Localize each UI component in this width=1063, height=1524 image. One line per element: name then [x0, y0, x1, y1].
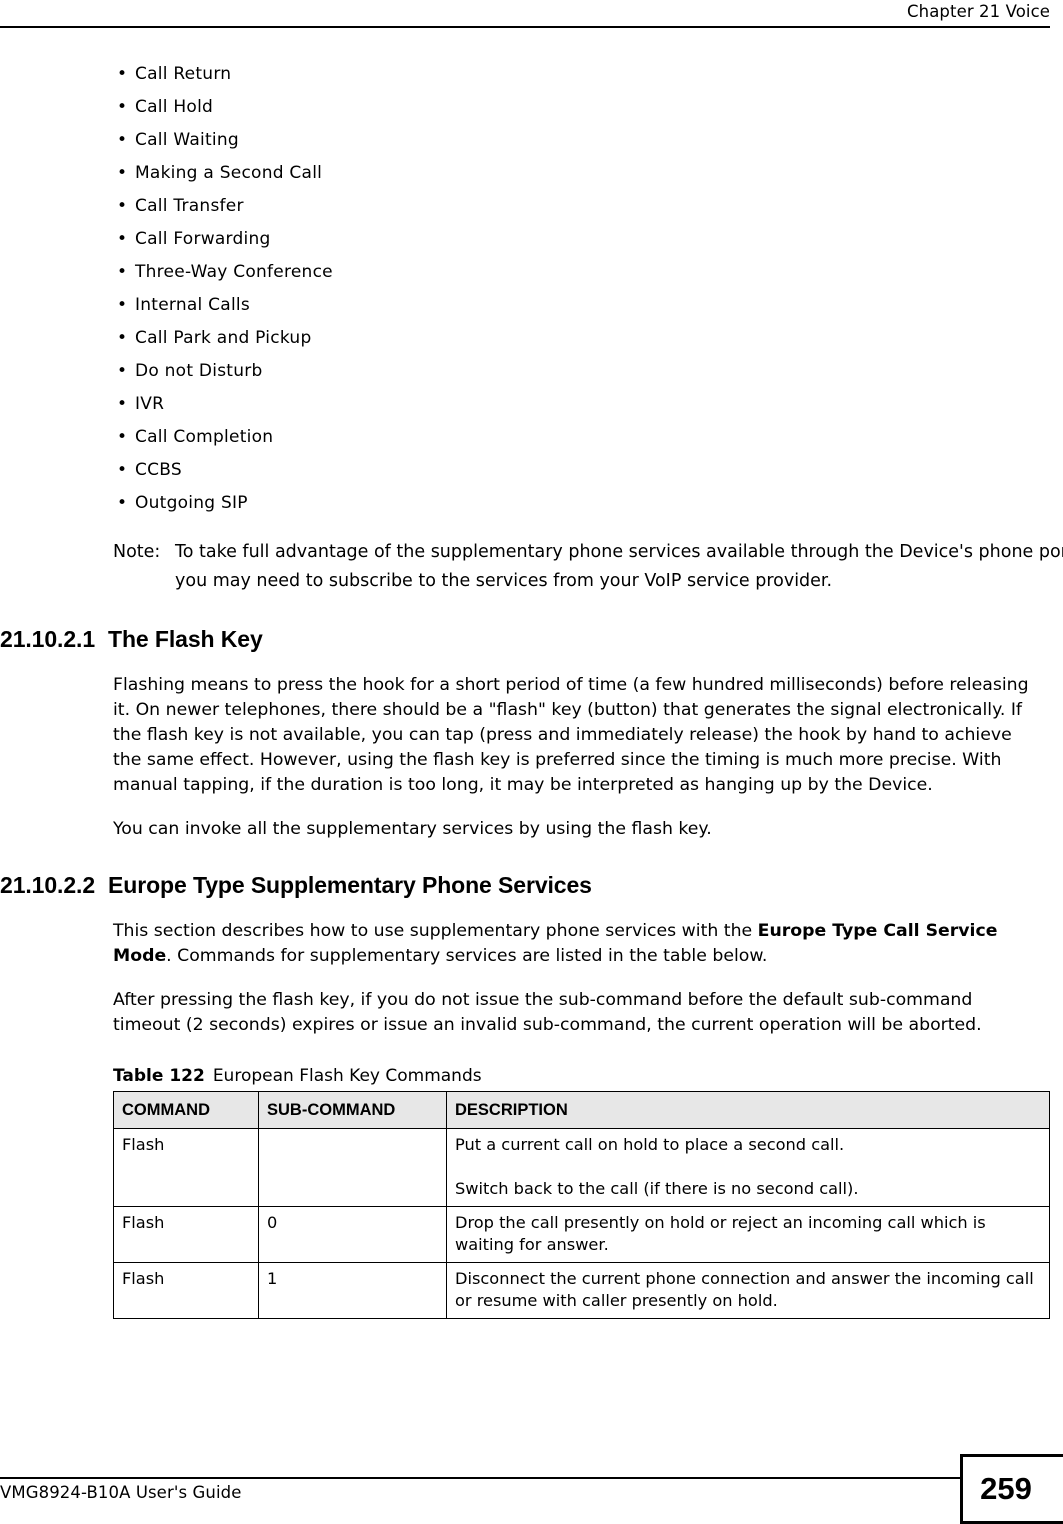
bullet-icon: • [117, 361, 128, 381]
bullet-icon: • [117, 328, 128, 348]
paragraph-subcommand-timeout: After pressing the flash key, if you do … [113, 990, 982, 1035]
section-title: Europe Type Supplementary Phone Services [108, 872, 592, 898]
paragraph-invoke-services: You can invoke all the supplementary ser… [113, 819, 712, 839]
list-item-label: Three-Way Conference [135, 262, 333, 282]
list-item-label: Call Transfer [135, 196, 244, 216]
section-title: The Flash Key [108, 626, 263, 652]
cell-description: Disconnect the current phone connection … [446, 1262, 1050, 1319]
list-item-label: Call Park and Pickup [135, 328, 312, 348]
list-item: • Three-Way Conference [113, 258, 1063, 286]
bullet-icon: • [117, 64, 128, 84]
list-item: • Call Completion [113, 423, 1063, 451]
list-item-label: Call Hold [135, 97, 214, 117]
table-caption-text: European Flash Key Commands [212, 1066, 482, 1086]
list-item: • Do not Disturb [113, 357, 1063, 385]
cell-description: Put a current call on hold to place a se… [446, 1128, 1050, 1207]
bullet-icon: • [117, 460, 128, 480]
paragraph-flashing-description: Flashing means to press the hook for a s… [113, 675, 1029, 795]
list-item: • CCBS [113, 456, 1063, 484]
note-label: Note: [113, 542, 161, 562]
list-item: • IVR [113, 390, 1063, 418]
column-header-description: DESCRIPTION [446, 1091, 1050, 1129]
description-line: Drop the call presently on hold or rejec… [455, 1213, 986, 1254]
bullet-icon: • [117, 427, 128, 447]
list-item-label: CCBS [135, 460, 182, 480]
cell-sub-command: 1 [258, 1262, 447, 1319]
list-item-label: IVR [135, 394, 165, 414]
list-item: • Call Park and Pickup [113, 324, 1063, 352]
section-number: 21.10.2.2 [0, 872, 96, 898]
page-header: Chapter 21 Voice [0, 0, 1050, 40]
bullet-icon: • [117, 196, 128, 216]
cell-description: Drop the call presently on hold or rejec… [446, 1206, 1050, 1263]
section-number: 21.10.2.1 [0, 626, 96, 652]
column-header-sub-command: SUB-COMMAND [258, 1091, 447, 1129]
table-row: Flash 0 Drop the call presently on hold or… [113, 1206, 1050, 1263]
table-body: Flash Put a current call on hold to place… [113, 1128, 1050, 1319]
list-item: • Call Hold [113, 93, 1063, 121]
bullet-icon: • [117, 130, 128, 150]
european-flash-key-commands-table: COMMAND SUB-COMMAND DESCRIPTION Flash Put… [113, 1091, 1050, 1319]
table-row: Flash Put a current call on hold to place… [113, 1128, 1050, 1207]
bullet-icon: • [117, 163, 128, 183]
page-number: 259 [960, 1454, 1063, 1524]
note-block: Note: To take full advantage of the supp… [113, 538, 1063, 596]
bullet-icon: • [117, 262, 128, 282]
list-item: • Call Transfer [113, 192, 1063, 220]
table-caption: Table 122 European Flash Key Commands [113, 1064, 1063, 1088]
table-header-row: COMMAND SUB-COMMAND DESCRIPTION [113, 1091, 1050, 1129]
bullet-icon: • [117, 97, 128, 117]
paragraph-section-intro: This section describes how to use supple… [113, 919, 1045, 969]
intro-text-part-2: . Commands for supplementary services ar… [166, 946, 768, 966]
list-item: • Outgoing SIP [113, 489, 1063, 517]
page-content: • Call Return • Call Hold • Call Waiting • Maki… [0, 60, 1063, 1319]
supplementary-services-list: • Call Return • Call Hold • Call Waiting • Maki… [0, 60, 1063, 517]
section-heading-europe-type: 21.10.2.2 Europe Type Supplementary Phone… [0, 870, 1063, 900]
bullet-icon: • [117, 394, 128, 414]
description-line: Disconnect the current phone connection … [455, 1269, 1034, 1310]
list-item-label: Making a Second Call [135, 163, 323, 183]
table-caption-label: Table 122 [113, 1066, 205, 1086]
table-head: COMMAND SUB-COMMAND DESCRIPTION [113, 1091, 1050, 1129]
list-item: • Call Forwarding [113, 225, 1063, 253]
description-line: Put a current call on hold to place a se… [455, 1135, 845, 1154]
list-item: • Making a Second Call [113, 159, 1063, 187]
cell-command: Flash [113, 1128, 259, 1207]
intro-text-part-1: This section describes how to use supple… [113, 921, 758, 941]
header-divider [0, 26, 1050, 28]
list-item: • Call Waiting [113, 126, 1063, 154]
note-text: To take full advantage of the supplement… [175, 542, 1063, 591]
page-footer: VMG8924-B10A User's Guide 259 [0, 1440, 1063, 1524]
column-header-command: COMMAND [113, 1091, 259, 1129]
description-line: Switch back to the call (if there is no … [455, 1179, 859, 1198]
list-item: • Internal Calls [113, 291, 1063, 319]
cell-command: Flash [113, 1206, 259, 1263]
bullet-icon: • [117, 295, 128, 315]
table-row: Flash 1 Disconnect the current phone conne… [113, 1262, 1050, 1319]
list-item-label: Call Waiting [135, 130, 239, 150]
chapter-title: Chapter 21 Voice [907, 2, 1050, 21]
bullet-icon: • [117, 493, 128, 513]
list-item-label: Call Forwarding [135, 229, 271, 249]
list-item-label: Call Completion [135, 427, 274, 447]
list-item-label: Do not Disturb [135, 361, 263, 381]
bullet-icon: • [117, 229, 128, 249]
list-item-label: Outgoing SIP [135, 493, 248, 513]
section-heading-flash-key: 21.10.2.1 The Flash Key [0, 624, 1063, 654]
guide-title: VMG8924-B10A User's Guide [0, 1483, 242, 1502]
document-page: Chapter 21 Voice • Call Return • Call Hold •… [0, 0, 1063, 1524]
list-item-label: Call Return [135, 64, 232, 84]
list-item: • Call Return [113, 60, 1063, 88]
footer-divider [0, 1477, 960, 1479]
list-item-label: Internal Calls [135, 295, 251, 315]
cell-command: Flash [113, 1262, 259, 1319]
cell-sub-command: 0 [258, 1206, 447, 1263]
cell-sub-command [258, 1128, 447, 1207]
